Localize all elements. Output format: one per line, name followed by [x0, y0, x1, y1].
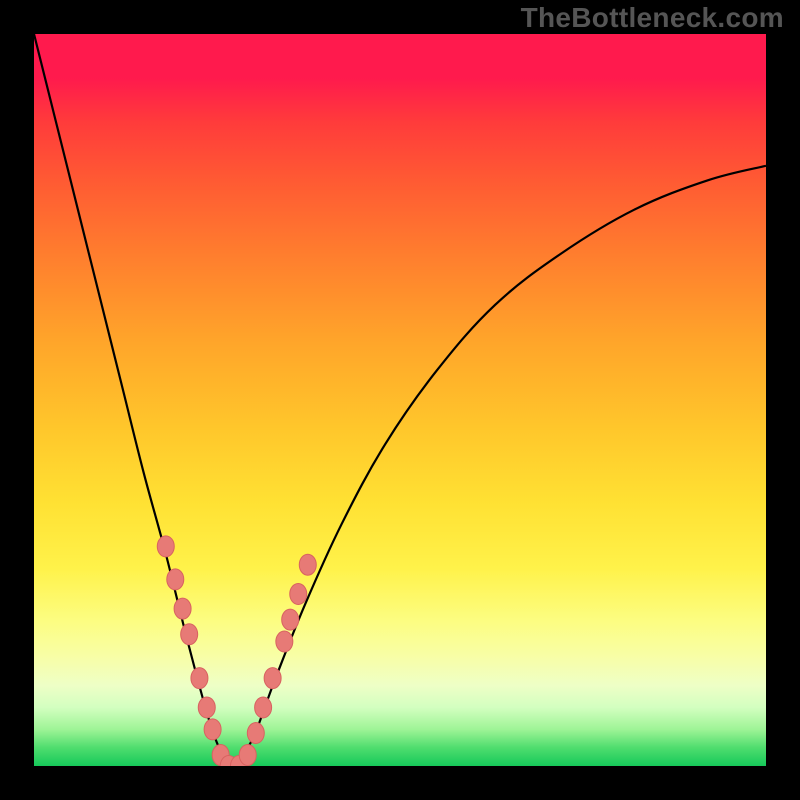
curve-marker: [157, 536, 174, 557]
watermark-text: TheBottleneck.com: [521, 2, 784, 34]
curve-marker: [255, 697, 272, 718]
outer-frame: TheBottleneck.com: [0, 0, 800, 800]
curve-marker: [204, 719, 221, 740]
curve-marker: [264, 668, 281, 689]
curve-marker: [181, 624, 198, 645]
chart-svg: [34, 34, 766, 766]
bottleneck-curve: [34, 34, 766, 766]
curve-marker: [167, 569, 184, 590]
curve-marker: [299, 554, 316, 575]
curve-marker: [282, 609, 299, 630]
curve-marker: [191, 668, 208, 689]
curve-marker: [239, 745, 256, 766]
marker-group: [157, 536, 316, 766]
curve-marker: [276, 631, 293, 652]
plot-area: [34, 34, 766, 766]
curve-marker: [290, 583, 307, 604]
curve-marker: [198, 697, 215, 718]
curve-marker: [247, 723, 264, 744]
curve-marker: [174, 598, 191, 619]
